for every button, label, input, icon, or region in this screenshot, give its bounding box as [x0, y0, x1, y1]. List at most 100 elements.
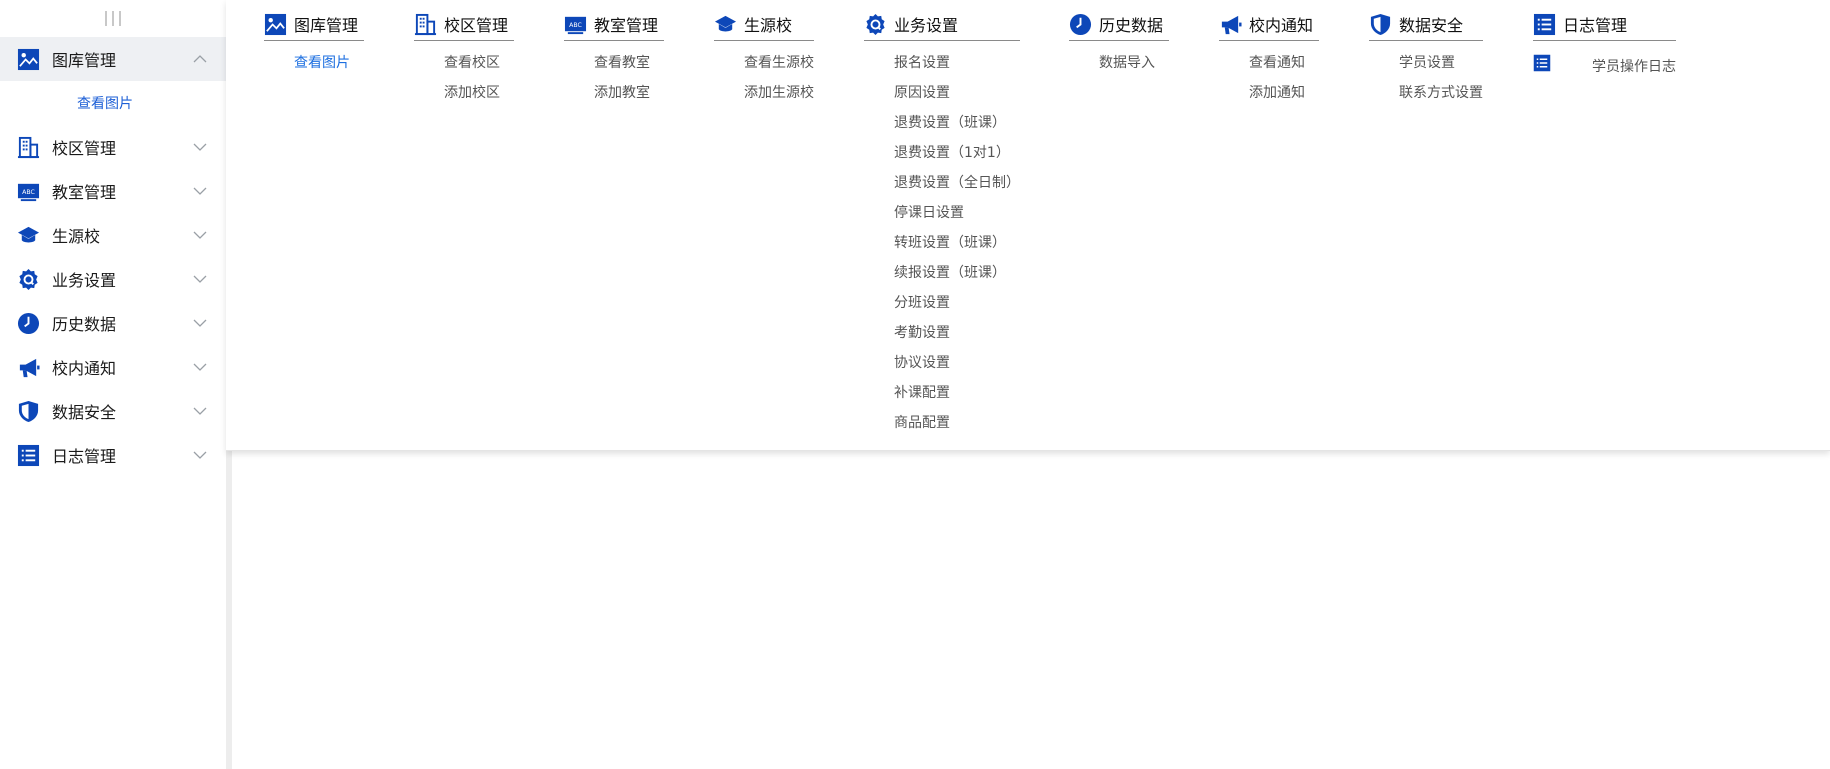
- gear-icon: [864, 13, 887, 36]
- menu-item-suspension-day[interactable]: 停课日设置: [894, 198, 1020, 228]
- menu-item-transfer-class[interactable]: 转班设置（班课）: [894, 228, 1020, 258]
- menu-column-history-data: 历史数据 数据导入: [1069, 8, 1170, 78]
- building-icon: [16, 135, 41, 160]
- sidebar-item-label: 校内通知: [52, 359, 117, 378]
- chevron-down-icon: [192, 403, 208, 419]
- sidebar-item-label: 生源校: [52, 227, 101, 246]
- menu-column-title: 校内通知: [1249, 16, 1314, 35]
- menu-column-header[interactable]: 日志管理: [1533, 8, 1676, 41]
- svg-text:ABC: ABC: [22, 188, 35, 195]
- chevron-down-icon: [192, 359, 208, 375]
- gear-icon: [16, 267, 41, 292]
- menu-column-campus: 校区管理 查看校区 添加校区: [414, 8, 515, 108]
- menu-item-refund-one-on-one[interactable]: 退费设置（1对1）: [894, 138, 1020, 168]
- sidebar-item-label: 校区管理: [52, 139, 117, 158]
- menu-item-product-config[interactable]: 商品配置: [894, 408, 1020, 438]
- menu-column-title: 生源校: [744, 16, 793, 35]
- list-icon: [16, 443, 41, 468]
- menu-item-reason-settings[interactable]: 原因设置: [894, 78, 1020, 108]
- sidebar-item-source-school[interactable]: 生源校: [0, 213, 226, 257]
- menu-column-header[interactable]: 生源校: [714, 8, 814, 41]
- menu-item-enrollment-settings[interactable]: 报名设置: [894, 48, 1020, 78]
- sidebar-item-log-management[interactable]: 日志管理: [0, 433, 226, 477]
- menu-item-add-classroom[interactable]: 添加教室: [594, 78, 664, 108]
- menu-item-view-campus[interactable]: 查看校区: [444, 48, 514, 78]
- menu-item-refund-full-time[interactable]: 退费设置（全日制）: [894, 168, 1020, 198]
- image-icon: [16, 47, 41, 72]
- chevron-down-icon: [192, 315, 208, 331]
- sidebar-item-label: 图库管理: [52, 51, 117, 70]
- classroom-board-icon: ABC: [16, 179, 41, 204]
- sidebar-item-campus-notice[interactable]: 校内通知: [0, 345, 226, 389]
- menu-column-title: 日志管理: [1563, 16, 1628, 35]
- menu-item-class-assignment[interactable]: 分班设置: [894, 288, 1020, 318]
- chevron-down-icon: [192, 183, 208, 199]
- graduation-cap-icon: [16, 223, 41, 248]
- sidebar-subitem-view-images: 查看图片: [0, 81, 226, 125]
- classroom-board-icon: ABC: [564, 13, 587, 36]
- shield-icon: [1369, 13, 1392, 36]
- sidebar-item-label: 历史数据: [52, 315, 117, 334]
- menu-item-label: 学员操作日志: [1592, 58, 1676, 75]
- svg-text:ABC: ABC: [569, 21, 582, 28]
- sidebar-item-label: 数据安全: [52, 403, 117, 422]
- mega-menu: 图库管理 查看图片 校区管理 查看校区 添加校区 ABC 教室管理 查看教室 添…: [226, 0, 1830, 451]
- menu-column-business-settings: 业务设置 报名设置 原因设置 退费设置（班课） 退费设置（1对1） 退费设置（全…: [864, 8, 1020, 438]
- menu-column-title: 业务设置: [894, 16, 959, 35]
- menu-column-header[interactable]: 校区管理: [414, 8, 515, 41]
- menu-item-view-source-school[interactable]: 查看生源校: [744, 48, 814, 78]
- menu-column-source-school: 生源校 查看生源校 添加生源校: [714, 8, 814, 108]
- menu-column-gallery: 图库管理 查看图片: [264, 8, 365, 78]
- menu-column-classroom: ABC 教室管理 查看教室 添加教室: [564, 8, 665, 108]
- menu-column-header[interactable]: 历史数据: [1069, 8, 1170, 41]
- menu-item-makeup-class[interactable]: 补课配置: [894, 378, 1020, 408]
- sidebar-item-label: 日志管理: [52, 447, 117, 466]
- menu-column-campus-notice: 校内通知 查看通知 添加通知: [1219, 8, 1320, 108]
- menu-column-title: 教室管理: [594, 16, 659, 35]
- menu-item-refund-class[interactable]: 退费设置（班课）: [894, 108, 1020, 138]
- chevron-down-icon: [192, 271, 208, 287]
- menu-item-attendance[interactable]: 考勤设置: [894, 318, 1020, 348]
- sidebar-item-business-settings[interactable]: 业务设置: [0, 257, 226, 301]
- menu-item-data-import[interactable]: 数据导入: [1099, 48, 1169, 78]
- megaphone-icon: [1219, 13, 1242, 36]
- sidebar-item-classroom[interactable]: ABC 教室管理: [0, 169, 226, 213]
- menu-column-header[interactable]: 校内通知: [1219, 8, 1320, 41]
- menu-column-header[interactable]: ABC 教室管理: [564, 8, 665, 41]
- menu-column-title: 历史数据: [1099, 16, 1164, 35]
- chevron-down-icon: [192, 227, 208, 243]
- sidebar: 图库管理 查看图片 校区管理 ABC 教室管理 生源校 业务设置 历史数据 校内…: [0, 0, 226, 769]
- sidebar-subitem-link[interactable]: 查看图片: [77, 93, 133, 113]
- menu-item-add-source-school[interactable]: 添加生源校: [744, 78, 814, 108]
- menu-column-log-management: 日志管理 学员操作日志: [1533, 8, 1676, 78]
- menu-item-add-campus[interactable]: 添加校区: [444, 78, 514, 108]
- menu-item-contact-settings[interactable]: 联系方式设置: [1399, 78, 1483, 108]
- graduation-cap-icon: [714, 13, 737, 36]
- menu-column-header[interactable]: 数据安全: [1369, 8, 1484, 41]
- image-icon: [264, 13, 287, 36]
- menu-item-agreement[interactable]: 协议设置: [894, 348, 1020, 378]
- list-icon: [1533, 13, 1556, 36]
- menu-item-view-images[interactable]: 查看图片: [294, 48, 364, 78]
- menu-item-add-notice[interactable]: 添加通知: [1249, 78, 1319, 108]
- sidebar-item-label: 业务设置: [52, 271, 117, 290]
- menu-column-header[interactable]: 业务设置: [864, 8, 1020, 41]
- clock-icon: [1069, 13, 1092, 36]
- menu-item-student-operation-log[interactable]: 学员操作日志: [1533, 48, 1676, 78]
- sidebar-item-campus[interactable]: 校区管理: [0, 125, 226, 169]
- sidebar-item-history-data[interactable]: 历史数据: [0, 301, 226, 345]
- menu-item-view-classroom[interactable]: 查看教室: [594, 48, 664, 78]
- megaphone-icon: [16, 355, 41, 380]
- chevron-down-icon: [192, 447, 208, 463]
- sidebar-item-label: 教室管理: [52, 183, 117, 202]
- menu-item-view-notice[interactable]: 查看通知: [1249, 48, 1319, 78]
- menu-column-title: 校区管理: [444, 16, 509, 35]
- chevron-up-icon: [192, 51, 208, 67]
- menu-item-student-settings[interactable]: 学员设置: [1399, 48, 1483, 78]
- sidebar-drag-handle[interactable]: [0, 0, 226, 37]
- sidebar-item-gallery[interactable]: 图库管理: [0, 37, 226, 81]
- menu-item-renewal-class[interactable]: 续报设置（班课）: [894, 258, 1020, 288]
- menu-column-data-security: 数据安全 学员设置 联系方式设置: [1369, 8, 1484, 108]
- menu-column-header[interactable]: 图库管理: [264, 8, 365, 41]
- sidebar-item-data-security[interactable]: 数据安全: [0, 389, 226, 433]
